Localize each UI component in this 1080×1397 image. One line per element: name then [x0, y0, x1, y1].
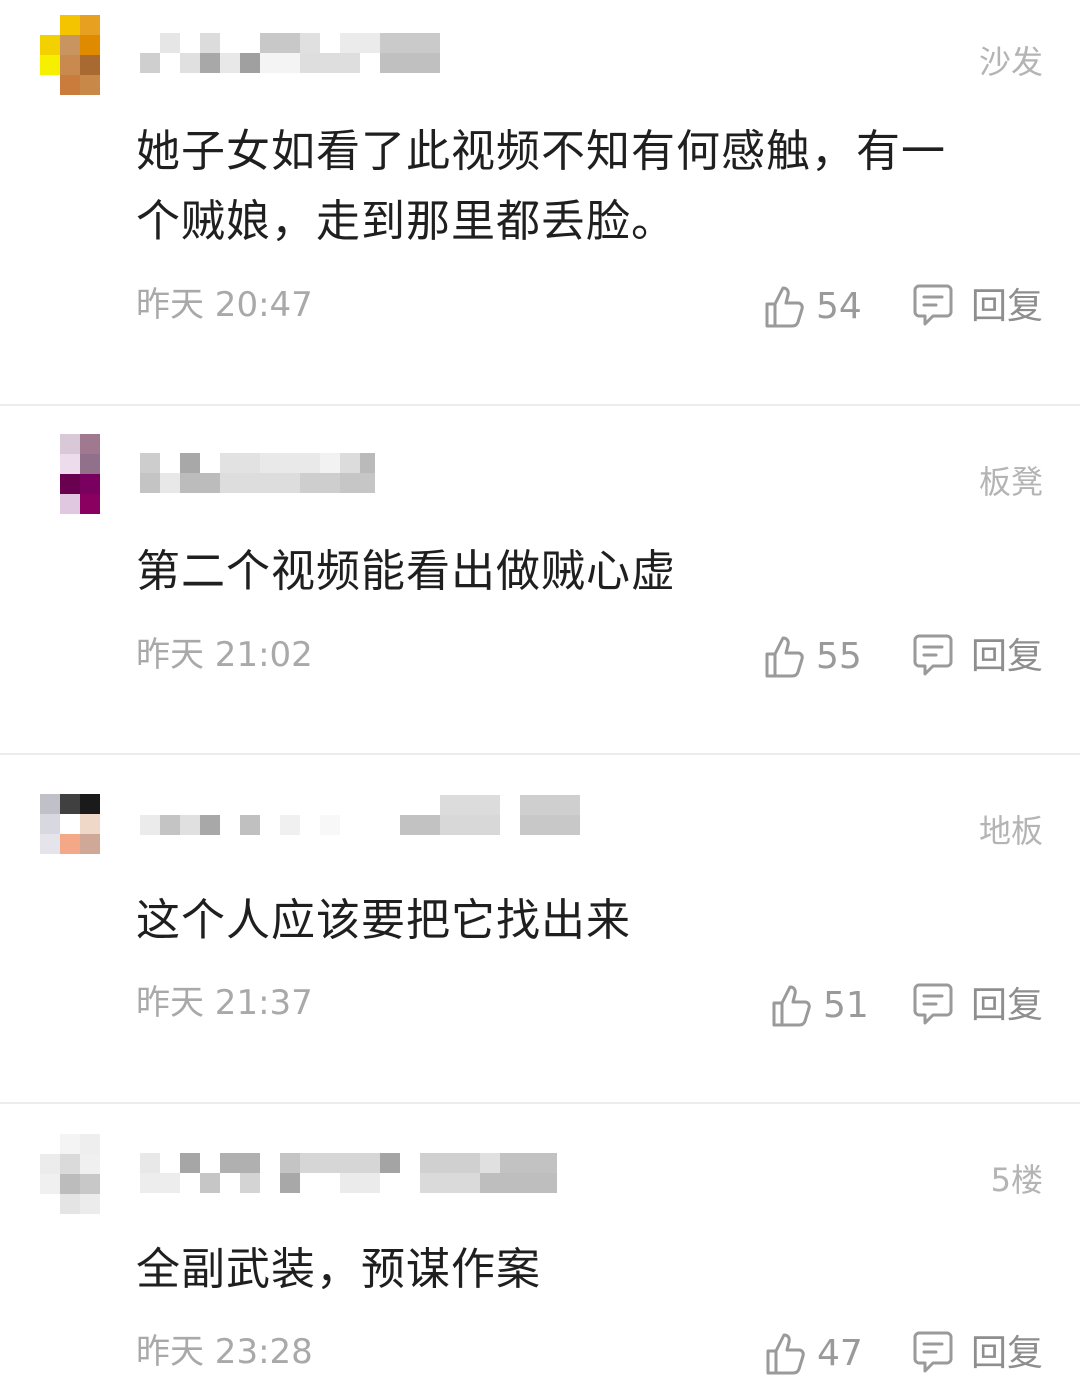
comment-bubble-icon: [913, 1330, 953, 1378]
avatar-pixel: [60, 434, 80, 454]
timestamp: 昨天 20:47: [136, 285, 313, 325]
comment-text: 这个人应该要把它找出来: [136, 895, 631, 946]
like-count: 47: [817, 1333, 863, 1374]
reply-label: 回复: [970, 286, 1043, 327]
avatar-pixel: [60, 474, 80, 494]
avatar-pixel: [80, 1134, 100, 1154]
like-button[interactable]: 55: [764, 633, 862, 681]
reply-button[interactable]: 回复: [913, 633, 1043, 681]
like-count: 51: [823, 985, 869, 1026]
reply-button[interactable]: 回复: [913, 982, 1043, 1030]
comment-bubble-icon: [913, 633, 953, 681]
thumbs-up-icon: [765, 1332, 807, 1376]
comment-text: 她子女如看了此视频不知有何感触，有一 个贼娘，走到那里都丢脸。: [136, 117, 1016, 257]
avatar-pixel: [80, 474, 100, 494]
avatar-pixel: [60, 454, 80, 474]
avatar-pixel: [80, 1194, 100, 1214]
reply-label: 回复: [970, 636, 1043, 677]
avatar-pixel: [40, 834, 60, 854]
avatar-pixel: [80, 55, 100, 75]
avatar-pixel: [80, 15, 100, 35]
avatar-pixel: [40, 35, 60, 55]
username-blurred[interactable]: [140, 33, 440, 73]
avatar-pixel: [80, 1154, 100, 1174]
avatar-pixel: [80, 814, 100, 834]
avatar-pixel: [40, 794, 60, 814]
avatar-pixel: [60, 1194, 80, 1214]
avatar-pixel: [80, 35, 100, 55]
timestamp: 昨天 21:37: [136, 983, 313, 1023]
floor-label: 沙发: [978, 43, 1043, 81]
timestamp: 昨天 21:02: [136, 635, 313, 675]
reply-label: 回复: [970, 1333, 1043, 1374]
avatar-pixel: [60, 834, 80, 854]
avatar-pixel: [80, 434, 100, 454]
comment-text-line: 个贼娘，走到那里都丢脸。: [136, 196, 676, 247]
comment-text: 第二个视频能看出做贼心虚: [136, 546, 676, 597]
avatar-pixel: [80, 75, 100, 95]
comment-item: 沙发 她子女如看了此视频不知有何感触，有一 个贼娘，走到那里都丢脸。 昨天 20…: [0, 0, 1080, 405]
username-blurred[interactable]: [140, 795, 580, 835]
avatar-pixel: [60, 1174, 80, 1194]
avatar-pixel: [60, 15, 80, 35]
avatar-pixel: [60, 794, 80, 814]
username-blurred[interactable]: [140, 1153, 560, 1193]
thumbs-up-icon: [764, 285, 806, 329]
like-button[interactable]: 51: [771, 982, 869, 1030]
avatar-pixel: [80, 794, 100, 814]
timestamp: 昨天 23:28: [136, 1332, 313, 1372]
comment-item: 地板 这个人应该要把它找出来 昨天 21:37 51 回复: [0, 755, 1080, 1103]
avatar-pixel: [60, 494, 80, 514]
avatar-pixel: [80, 494, 100, 514]
floor-label: 地板: [978, 812, 1043, 850]
avatar[interactable]: [40, 15, 100, 95]
comment-text: 全副武装，预谋作案: [136, 1244, 541, 1295]
floor-label: 5楼: [990, 1161, 1043, 1199]
like-button[interactable]: 54: [764, 283, 862, 331]
reply-label: 回复: [970, 985, 1043, 1026]
avatar-pixel: [40, 1174, 60, 1194]
comment-text-line: 她子女如看了此视频不知有何感触，有一: [136, 126, 946, 177]
thumbs-up-icon: [771, 984, 813, 1028]
comment-item: 板凳 第二个视频能看出做贼心虚 昨天 21:02 55 回复: [0, 406, 1080, 754]
avatar[interactable]: [40, 434, 100, 514]
avatar-pixel: [40, 814, 60, 834]
reply-button[interactable]: 回复: [913, 283, 1043, 331]
avatar-pixel: [80, 834, 100, 854]
comment-bubble-icon: [913, 982, 953, 1030]
avatar-pixel: [60, 35, 80, 55]
comment-bubble-icon: [913, 283, 953, 331]
avatar-pixel: [80, 454, 100, 474]
avatar-pixel: [60, 814, 80, 834]
avatar-pixel: [60, 1134, 80, 1154]
avatar-pixel: [60, 1154, 80, 1174]
avatar-pixel: [60, 75, 80, 95]
like-button[interactable]: 47: [765, 1330, 863, 1378]
avatar-pixel: [60, 55, 80, 75]
floor-label: 板凳: [978, 463, 1043, 501]
thumbs-up-icon: [764, 635, 806, 679]
avatar[interactable]: [40, 1134, 100, 1214]
avatar[interactable]: [40, 794, 100, 854]
reply-button[interactable]: 回复: [913, 1330, 1043, 1378]
avatar-pixel: [80, 1174, 100, 1194]
avatar-pixel: [40, 55, 60, 75]
avatar-pixel: [40, 1154, 60, 1174]
like-count: 54: [816, 286, 862, 327]
comment-item: 5楼 全副武装，预谋作案 昨天 23:28 47 回复: [0, 1104, 1080, 1397]
like-count: 55: [816, 636, 862, 677]
username-blurred[interactable]: [140, 453, 380, 493]
